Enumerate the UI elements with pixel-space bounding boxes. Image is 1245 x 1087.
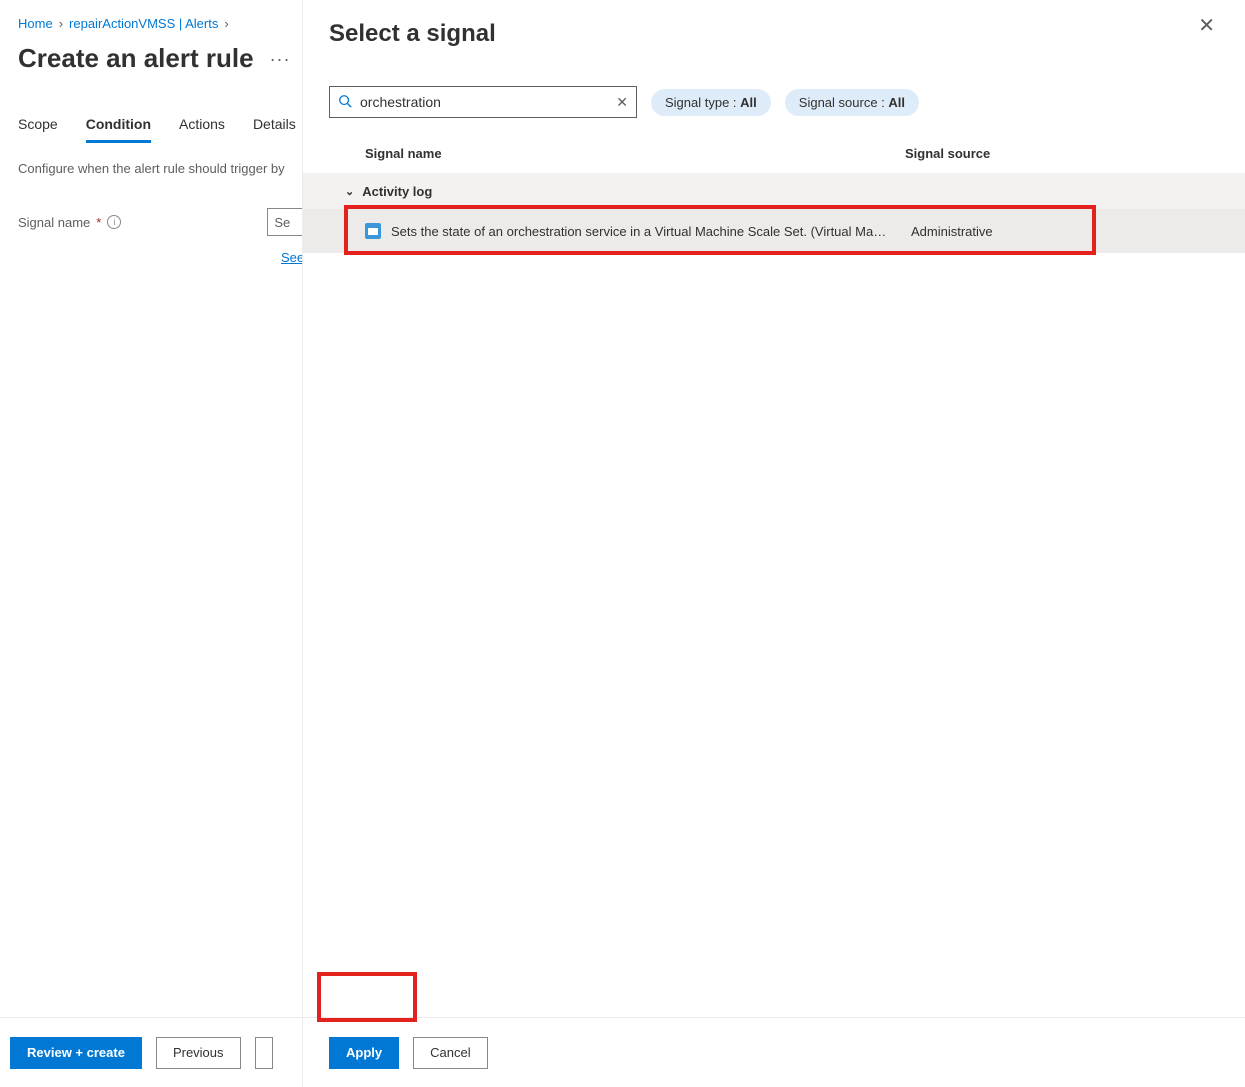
signal-type-label: Signal type : bbox=[665, 95, 740, 110]
tab-actions[interactable]: Actions bbox=[179, 116, 225, 143]
panel-header: Select a signal ✕ bbox=[303, 0, 1245, 48]
col-signal-source: Signal source bbox=[905, 146, 1219, 161]
chevron-down-icon: ⌄ bbox=[345, 185, 354, 198]
signal-row[interactable]: Sets the state of an orchestration servi… bbox=[303, 209, 1245, 253]
next-button-stub[interactable] bbox=[255, 1037, 273, 1069]
panel-controls: ✕ Signal type : All Signal source : All bbox=[303, 48, 1245, 118]
required-indicator: * bbox=[96, 215, 101, 230]
signal-name-label: Signal name bbox=[18, 215, 90, 230]
search-icon bbox=[338, 94, 352, 111]
signal-source-filter[interactable]: Signal source : All bbox=[785, 89, 919, 116]
breadcrumb-resource[interactable]: repairActionVMSS | Alerts bbox=[69, 16, 218, 31]
panel-title: Select a signal bbox=[329, 20, 496, 48]
signal-type-value: All bbox=[740, 95, 757, 110]
close-icon[interactable]: ✕ bbox=[1198, 16, 1215, 36]
tab-condition[interactable]: Condition bbox=[86, 116, 151, 143]
panel-footer: Apply Cancel bbox=[303, 1017, 1245, 1087]
search-input[interactable] bbox=[360, 94, 616, 110]
signal-type-filter[interactable]: Signal type : All bbox=[651, 89, 771, 116]
chevron-right-icon: › bbox=[224, 16, 228, 31]
review-create-button[interactable]: Review + create bbox=[10, 1037, 142, 1069]
signal-row-name: Sets the state of an orchestration servi… bbox=[391, 224, 897, 239]
group-activity-log[interactable]: ⌄ Activity log bbox=[303, 173, 1245, 209]
previous-button[interactable]: Previous bbox=[156, 1037, 241, 1069]
signal-source-value: All bbox=[888, 95, 905, 110]
tab-details[interactable]: Details bbox=[253, 116, 296, 143]
group-label: Activity log bbox=[362, 184, 432, 199]
search-box[interactable]: ✕ bbox=[329, 86, 637, 118]
signal-grid: ⌄ Activity log Sets the state of an orch… bbox=[303, 173, 1245, 1017]
signal-source-label: Signal source : bbox=[799, 95, 889, 110]
info-icon[interactable]: i bbox=[107, 215, 121, 229]
col-signal-name: Signal name bbox=[365, 146, 905, 161]
breadcrumb-home[interactable]: Home bbox=[18, 16, 53, 31]
cancel-button[interactable]: Cancel bbox=[413, 1037, 487, 1069]
see-all-link[interactable]: See bbox=[281, 250, 304, 265]
grid-header: Signal name Signal source bbox=[303, 118, 1245, 173]
page-title: Create an alert rule bbox=[18, 43, 254, 74]
activity-log-icon bbox=[365, 223, 381, 239]
more-button[interactable]: ··· bbox=[270, 50, 291, 68]
clear-icon[interactable]: ✕ bbox=[616, 94, 628, 111]
select-signal-panel: Select a signal ✕ ✕ Signal type : All Si… bbox=[302, 0, 1245, 1087]
signal-row-source: Administrative bbox=[897, 224, 1245, 239]
chevron-right-icon: › bbox=[59, 16, 63, 31]
apply-button[interactable]: Apply bbox=[329, 1037, 399, 1069]
tab-scope[interactable]: Scope bbox=[18, 116, 58, 143]
